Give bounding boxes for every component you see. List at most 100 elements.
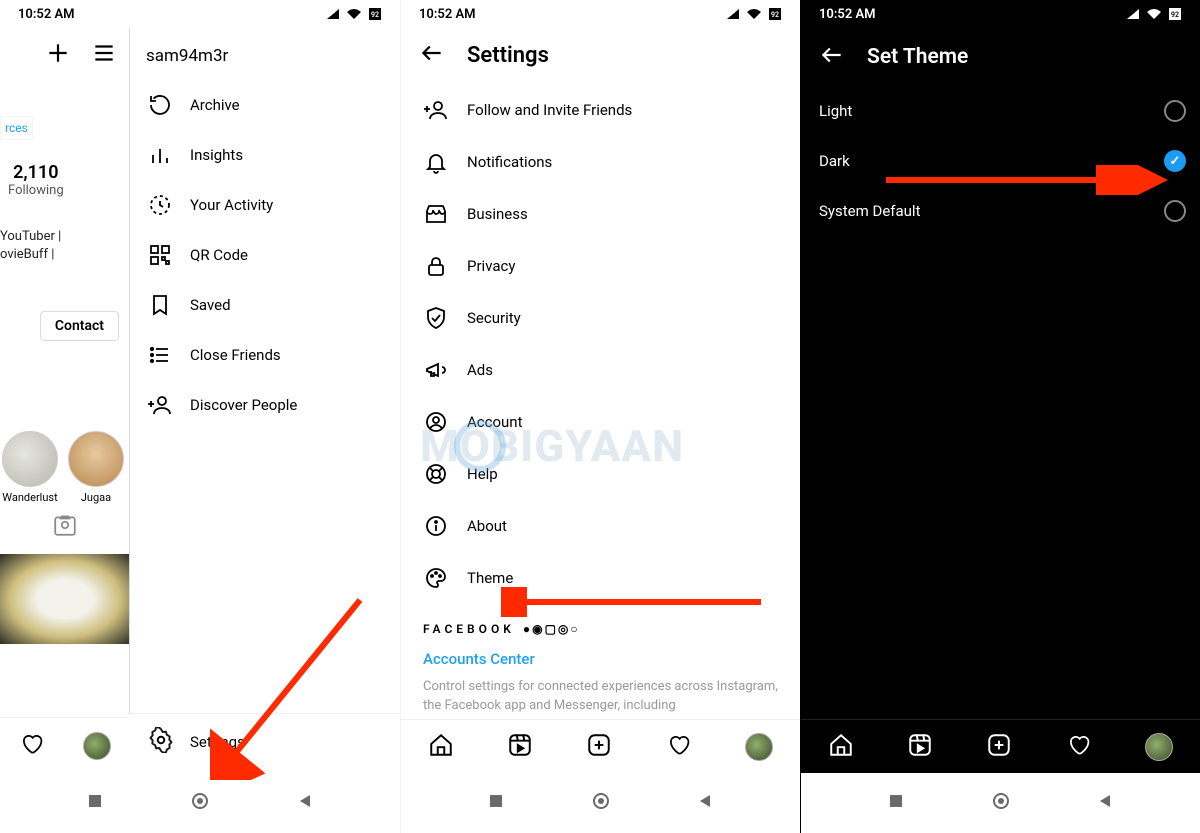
- qr-icon: [148, 243, 172, 267]
- tagged-tab-icon[interactable]: [0, 512, 129, 542]
- username: sam94m3r: [144, 42, 386, 80]
- side-menu: sam94m3r Archive Insights Your Activity …: [130, 28, 400, 773]
- avatar[interactable]: [745, 733, 773, 761]
- bookmark-icon: [148, 293, 172, 317]
- avatar[interactable]: [83, 732, 111, 760]
- menu-insights[interactable]: Insights: [144, 130, 386, 180]
- menu-qr[interactable]: QR Code: [144, 230, 386, 280]
- item-label: Notifications: [467, 153, 552, 171]
- radio-selected-icon: [1164, 150, 1186, 172]
- menu-label: Close Friends: [190, 346, 281, 364]
- wifi-icon: [1146, 8, 1162, 20]
- fb-family-icons: ●◉▢◎○: [523, 622, 580, 636]
- nav-back-icon[interactable]: [297, 793, 313, 813]
- menu-activity[interactable]: Your Activity: [144, 180, 386, 230]
- heart-icon[interactable]: [1066, 732, 1092, 762]
- nav-recents-icon[interactable]: [488, 793, 504, 813]
- reels-icon[interactable]: [907, 732, 933, 762]
- story-label: Jugaa: [81, 491, 111, 504]
- person-add-icon: [423, 98, 449, 122]
- list-icon: [148, 343, 172, 367]
- theme-option-system[interactable]: System Default: [819, 186, 1186, 236]
- settings-help[interactable]: Help: [419, 448, 800, 500]
- panel-settings: 10:52 AM 92 Settings Follow and Invite F…: [400, 0, 800, 833]
- nav-home-icon[interactable]: [991, 791, 1011, 815]
- svg-text:92: 92: [1171, 11, 1179, 19]
- person-add-icon: [148, 393, 172, 417]
- settings-business[interactable]: Business: [419, 188, 800, 240]
- menu-saved[interactable]: Saved: [144, 280, 386, 330]
- theme-label: Dark: [819, 152, 850, 170]
- theme-option-dark[interactable]: Dark: [819, 136, 1186, 186]
- instagram-nav: [401, 719, 800, 773]
- signal-icon: [326, 8, 340, 20]
- back-icon[interactable]: [419, 40, 445, 70]
- radio-unselected-icon: [1164, 100, 1186, 122]
- bio-line1: YouTuber |: [0, 228, 129, 246]
- svg-text:92: 92: [371, 11, 379, 19]
- theme-label: Light: [819, 102, 852, 120]
- story-highlight[interactable]: Jugaa: [68, 431, 124, 504]
- insights-icon: [148, 143, 172, 167]
- menu-label: Discover People: [190, 396, 297, 414]
- bottom-nav-partial: [0, 717, 130, 773]
- story-label: Wanderlust: [2, 491, 57, 504]
- menu-label: Archive: [190, 96, 240, 114]
- item-label: About: [467, 517, 507, 535]
- theme-title: Set Theme: [867, 45, 968, 69]
- heart-icon[interactable]: [19, 731, 45, 761]
- following-count[interactable]: 2,110: [8, 162, 64, 183]
- add-icon[interactable]: [586, 732, 612, 762]
- home-icon[interactable]: [428, 732, 454, 762]
- add-icon[interactable]: [986, 732, 1012, 762]
- info-icon: [423, 514, 449, 538]
- menu-discover[interactable]: Discover People: [144, 380, 386, 430]
- signal-icon: [1126, 8, 1140, 20]
- lock-icon: [423, 254, 449, 278]
- panel-profile-menu: 10:52 AM 92 rces 0 ers: [0, 0, 400, 833]
- heart-icon[interactable]: [666, 732, 692, 762]
- home-icon[interactable]: [828, 732, 854, 762]
- hamburger-icon[interactable]: [91, 40, 117, 66]
- nav-home-icon[interactable]: [591, 791, 611, 815]
- settings-theme[interactable]: Theme: [419, 552, 800, 604]
- settings-ads[interactable]: Ads: [419, 344, 800, 396]
- menu-archive[interactable]: Archive: [144, 80, 386, 130]
- back-icon[interactable]: [819, 42, 845, 72]
- nav-home-icon[interactable]: [190, 791, 210, 815]
- following-label: Following: [8, 183, 64, 198]
- settings-button[interactable]: Settings: [128, 713, 400, 769]
- shield-icon: [423, 306, 449, 330]
- palette-icon: [423, 566, 449, 590]
- story-highlight[interactable]: Wanderlust: [2, 431, 58, 504]
- android-nav: [401, 773, 800, 833]
- settings-notifications[interactable]: Notifications: [419, 136, 800, 188]
- reels-icon[interactable]: [507, 732, 533, 762]
- nav-recents-icon[interactable]: [87, 793, 103, 813]
- settings-about[interactable]: About: [419, 500, 800, 552]
- nav-back-icon[interactable]: [697, 793, 713, 813]
- menu-close-friends[interactable]: Close Friends: [144, 330, 386, 380]
- settings-account[interactable]: Account: [419, 396, 800, 448]
- fb-brand-label: FACEBOOK: [423, 622, 515, 636]
- cut-label: rces: [0, 116, 33, 140]
- panel-set-theme: 10:52 AM 92 Set Theme Light Dark System …: [800, 0, 1200, 833]
- contact-button[interactable]: Contact: [40, 311, 119, 341]
- feed-thumbnail[interactable]: [0, 554, 130, 644]
- item-label: Privacy: [467, 257, 515, 275]
- nav-recents-icon[interactable]: [888, 793, 904, 813]
- theme-header: Set Theme: [801, 28, 1200, 78]
- settings-follow[interactable]: Follow and Invite Friends: [419, 84, 800, 136]
- menu-label: Your Activity: [190, 196, 273, 214]
- radio-unselected-icon: [1164, 200, 1186, 222]
- item-label: Ads: [467, 361, 493, 379]
- nav-back-icon[interactable]: [1097, 793, 1113, 813]
- theme-option-light[interactable]: Light: [819, 86, 1186, 136]
- battery-icon: 92: [1168, 7, 1182, 21]
- add-post-icon[interactable]: [45, 40, 71, 66]
- settings-privacy[interactable]: Privacy: [419, 240, 800, 292]
- avatar[interactable]: [1145, 733, 1173, 761]
- accounts-center-link[interactable]: Accounts Center: [423, 650, 796, 668]
- svg-text:92: 92: [771, 11, 779, 19]
- settings-security[interactable]: Security: [419, 292, 800, 344]
